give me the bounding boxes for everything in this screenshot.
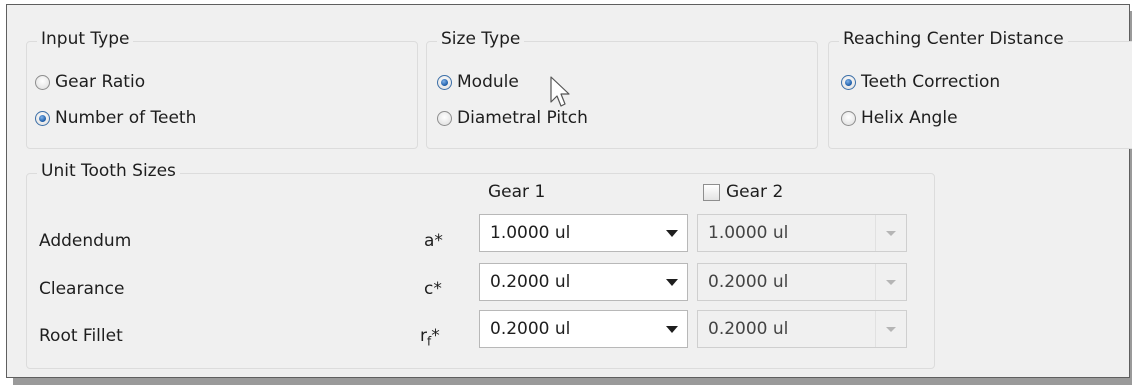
radio-button-icon — [841, 110, 856, 126]
addendum-gear1-combo[interactable]: 1.0000 ul — [479, 214, 688, 252]
input-type-group: Input Type Gear Ratio Number of Teeth — [26, 29, 418, 149]
radio-module[interactable]: Module — [437, 72, 519, 92]
radio-number-of-teeth[interactable]: Number of Teeth — [35, 108, 196, 128]
root-fillet-symbol-suffix: * — [431, 326, 440, 346]
root-fillet-label: Root Fillet — [39, 326, 123, 346]
clearance-symbol: c* — [424, 279, 442, 299]
dropdown-arrow-icon[interactable] — [657, 325, 687, 333]
addendum-gear2-combo: 1.0000 ul — [697, 214, 907, 252]
root-fillet-gear2-combo: 0.2000 ul — [697, 310, 907, 348]
radio-teeth-correction[interactable]: Teeth Correction — [841, 72, 1000, 92]
dropdown-arrow-icon[interactable] — [657, 229, 687, 237]
clearance-gear1-combo[interactable]: 0.2000 ul — [479, 263, 688, 301]
clearance-gear2-combo: 0.2000 ul — [697, 263, 907, 301]
clearance-label: Clearance — [39, 279, 125, 299]
root-fillet-symbol-base: r — [420, 326, 427, 346]
radio-module-label: Module — [457, 72, 519, 92]
radio-diametral-pitch[interactable]: Diametral Pitch — [437, 108, 588, 128]
radio-button-icon — [437, 110, 452, 126]
gear-settings-panel: Input Type Gear Ratio Number of Teeth Si… — [6, 4, 1132, 378]
input-type-title: Input Type — [37, 29, 134, 49]
root-fillet-gear1-value: 0.2000 ul — [490, 319, 571, 339]
clearance-gear1-value: 0.2000 ul — [490, 272, 571, 292]
size-type-title: Size Type — [437, 29, 525, 49]
reaching-center-distance-group: Reaching Center Distance Teeth Correctio… — [828, 29, 1132, 149]
radio-button-icon — [35, 110, 50, 126]
radio-button-icon — [437, 74, 452, 90]
unit-tooth-sizes-group: Unit Tooth Sizes Gear 1 Gear 2 Addendum … — [26, 161, 935, 369]
addendum-gear1-value: 1.0000 ul — [490, 223, 571, 243]
dropdown-arrow-icon[interactable] — [657, 278, 687, 286]
radio-gear-ratio[interactable]: Gear Ratio — [35, 72, 145, 92]
radio-button-icon — [35, 74, 50, 90]
unit-tooth-sizes-title: Unit Tooth Sizes — [37, 161, 180, 181]
radio-helix-angle-label: Helix Angle — [861, 108, 958, 128]
dropdown-arrow-icon — [875, 311, 906, 347]
checkbox-icon — [703, 183, 720, 201]
root-fillet-gear2-value: 0.2000 ul — [708, 319, 789, 339]
gear2-header: Gear 2 — [726, 182, 784, 202]
addendum-symbol: a* — [424, 231, 443, 251]
mouse-pointer-icon — [550, 76, 570, 107]
radio-teeth-correction-label: Teeth Correction — [861, 72, 1001, 92]
radio-gear-ratio-label: Gear Ratio — [55, 72, 146, 92]
radio-diametral-pitch-label: Diametral Pitch — [457, 108, 588, 128]
radio-number-of-teeth-label: Number of Teeth — [55, 108, 197, 128]
addendum-label: Addendum — [39, 231, 132, 251]
reaching-center-distance-title: Reaching Center Distance — [839, 29, 1068, 49]
dropdown-arrow-icon — [875, 215, 906, 251]
radio-button-icon — [841, 74, 856, 90]
root-fillet-gear1-combo[interactable]: 0.2000 ul — [479, 310, 688, 348]
size-type-group: Size Type Module Diametral Pitch — [426, 29, 818, 149]
gear2-checkbox[interactable]: Gear 2 — [703, 182, 783, 202]
clearance-gear2-value: 0.2000 ul — [708, 272, 789, 292]
gear1-header: Gear 1 — [488, 182, 546, 202]
addendum-gear2-value: 1.0000 ul — [708, 223, 789, 243]
root-fillet-symbol: rf* — [420, 326, 440, 348]
radio-helix-angle[interactable]: Helix Angle — [841, 108, 958, 128]
dropdown-arrow-icon — [875, 264, 906, 300]
